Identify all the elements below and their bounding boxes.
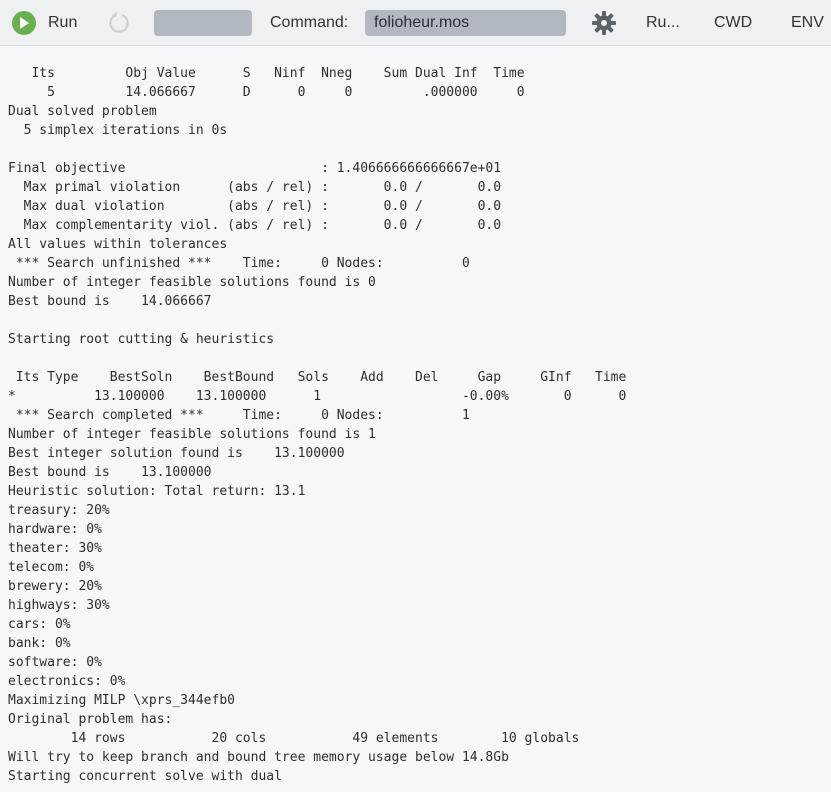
console-line: brewery: 20%: [8, 579, 102, 594]
console-line: Its Type BestSoln BestBound Sols Add Del…: [8, 370, 627, 385]
console-line: Best bound is 14.066667: [8, 294, 212, 309]
console-line: Its Obj Value S Ninf Nneg Sum Dual Inf T…: [8, 66, 525, 81]
console-line: cars: 0%: [8, 617, 71, 632]
console-line: All values within tolerances: [8, 237, 228, 252]
console-line: *** Search completed *** Time: 0 Nodes: …: [8, 408, 470, 423]
console-line: Number of integer feasible solutions fou…: [8, 427, 376, 442]
console-line: Max primal violation (abs / rel) : 0.0 /…: [8, 180, 502, 195]
settings-button[interactable]: [591, 0, 617, 46]
console-line: Maximizing MILP \xprs_344efb0: [8, 693, 235, 708]
console-line: Best bound is 13.100000: [8, 465, 212, 480]
console-line: Final objective : 1.406666666666667e+01: [8, 161, 502, 176]
console-line: Dual solved problem: [8, 104, 157, 119]
console-line: software: 0%: [8, 655, 102, 670]
console-line: Best integer solution found is 13.100000: [8, 446, 345, 461]
command-input[interactable]: folioheur.mos: [365, 10, 566, 36]
console-line: bank: 0%: [8, 636, 71, 651]
console-line: Max dual violation (abs / rel) : 0.0 / 0…: [8, 199, 502, 214]
console-line: *** Search unfinished *** Time: 0 Nodes:…: [8, 256, 470, 271]
env-button[interactable]: ENV: [791, 0, 824, 46]
console-line: 14 rows 20 cols 49 elements 10 globals: [8, 731, 580, 746]
cwd-button[interactable]: CWD: [714, 0, 752, 46]
run-button[interactable]: Run: [12, 0, 77, 46]
console-line: Heuristic solution: Total return: 13.1: [8, 484, 306, 499]
console-line: hardware: 0%: [8, 522, 102, 537]
console-line: theater: 30%: [8, 541, 102, 556]
console-output: Its Obj Value S Ninf Nneg Sum Dual Inf T…: [8, 64, 626, 786]
command-label: Command:: [270, 14, 349, 31]
console-line: Original problem has:: [8, 712, 173, 727]
blank-field[interactable]: [154, 10, 252, 36]
console-line: * 13.100000 13.100000 1 -0.00% 0 0: [8, 389, 627, 404]
console-line: telecom: 0%: [8, 560, 95, 575]
console-line: highways: 30%: [8, 598, 110, 613]
play-icon: [12, 11, 36, 35]
run-label: Run: [48, 14, 78, 31]
toolbar: Run Command: folioheur.mos Ru... CWD ENV: [0, 0, 831, 46]
console-line: treasury: 20%: [8, 503, 110, 518]
console-line: 5 simplex iterations in 0s: [8, 123, 228, 138]
run-options-button[interactable]: Ru...: [646, 0, 680, 46]
gear-icon: [592, 11, 616, 35]
reload-button[interactable]: [107, 0, 131, 46]
console-line: Number of integer feasible solutions fou…: [8, 275, 376, 290]
console-line: Will try to keep branch and bound tree m…: [8, 750, 509, 765]
console-line: 5 14.066667 D 0 0 .000000 0: [8, 85, 525, 100]
console-line: Starting concurrent solve with dual: [8, 769, 282, 784]
console-line: Max complementarity viol. (abs / rel) : …: [8, 218, 502, 233]
console-line: electronics: 0%: [8, 674, 126, 689]
console-line: Starting root cutting & heuristics: [8, 332, 275, 347]
reload-icon: [109, 12, 129, 33]
